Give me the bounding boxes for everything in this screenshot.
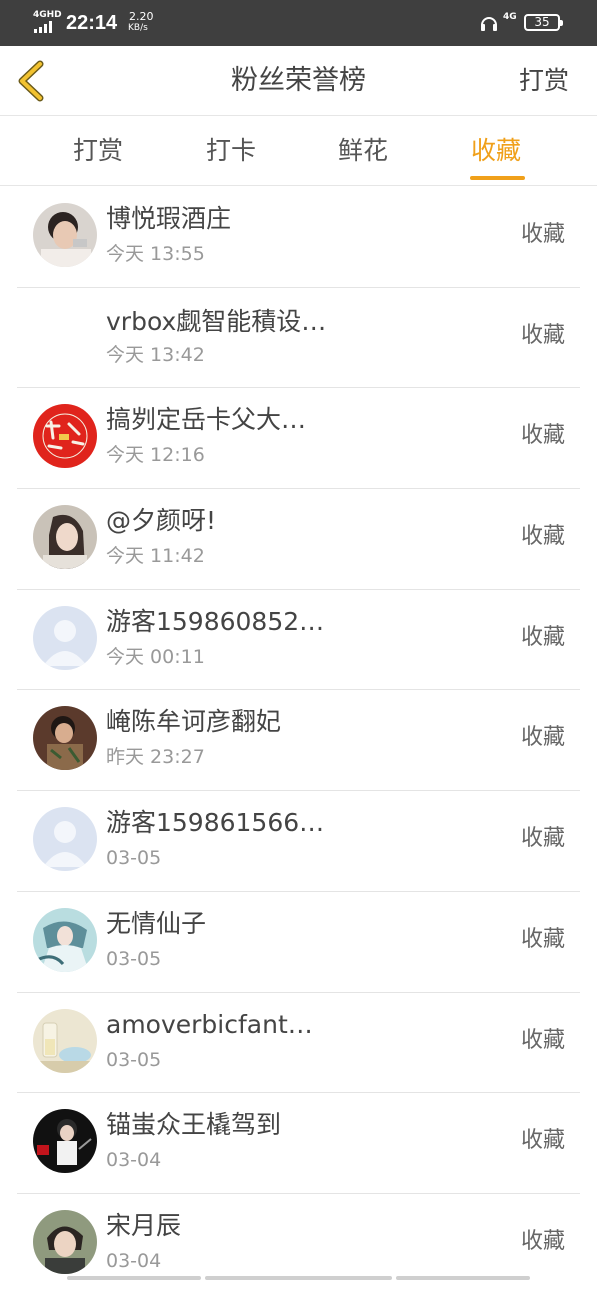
favorite-label: 收藏	[520, 1228, 565, 1254]
favorite-label: 收藏	[520, 322, 565, 348]
tab-reward[interactable]: 打赏	[73, 135, 123, 167]
favorite-label: 收藏	[520, 423, 565, 449]
net-speed-unit: KB/s	[128, 23, 148, 33]
favorite-label: 收藏	[520, 624, 565, 650]
list-item[interactable]: 崦陈牟诃彦翻妃 昨天 23:27 收藏	[17, 690, 580, 792]
fan-time: 今天 13:55	[106, 243, 205, 265]
favorite-label: 收藏	[520, 926, 565, 952]
fan-name: 宋月辰	[106, 1210, 182, 1240]
avatar	[33, 807, 97, 872]
tab-checkin[interactable]: 打卡	[206, 135, 256, 167]
avatar	[33, 1209, 97, 1274]
fan-time: 03-04	[106, 1249, 162, 1272]
fan-name: @夕颜呀!	[106, 506, 217, 536]
avatar	[33, 404, 97, 469]
tab-flowers[interactable]: 鲜花	[338, 135, 388, 167]
fan-time: 03-05	[106, 847, 162, 870]
clock: 22:14	[66, 12, 118, 34]
avatar	[33, 505, 97, 570]
favorite-label: 收藏	[520, 1128, 565, 1154]
fan-time: 今天 13:42	[106, 343, 205, 366]
fan-time: 03-04	[106, 1149, 162, 1172]
favorite-label: 收藏	[520, 524, 565, 550]
tab-favorites[interactable]: 收藏	[471, 135, 521, 167]
fan-name: vrbox觑智能積设…	[106, 306, 327, 336]
fan-name: 崦陈牟诃彦翻妃	[106, 707, 282, 737]
avatar	[33, 706, 97, 771]
avatar	[33, 1008, 97, 1073]
network-type: 4GHD	[33, 10, 62, 20]
avatar	[33, 1109, 97, 1174]
list-item[interactable]: vrbox觑智能積设… 今天 13:42 收藏	[17, 288, 580, 389]
favorite-label: 收藏	[520, 222, 565, 247]
favorite-label: 收藏	[520, 725, 565, 751]
fan-time: 今天 12:16	[106, 444, 205, 467]
list-item[interactable]: 锚蚩众王橇驾到 03-04 收藏	[17, 1093, 580, 1194]
headset-icon	[481, 17, 497, 31]
gesture-bar-segment	[396, 1276, 530, 1280]
favorite-label: 收藏	[520, 1027, 565, 1053]
fan-name: 锚蚩众王橇驾到	[106, 1110, 282, 1140]
mobile-data-label: 4G	[503, 12, 517, 22]
page-title: 粉丝荣誉榜	[231, 65, 366, 96]
list-item[interactable]: 游客159860852… 今天 00:11 收藏	[17, 590, 580, 691]
net-speed-value: 2.20	[129, 10, 154, 23]
list-item[interactable]: amoverbicfant… 03-05 收藏	[17, 993, 580, 1094]
favorite-label: 收藏	[520, 826, 565, 852]
fan-time: 今天 00:11	[106, 645, 205, 668]
fan-time: 今天 11:42	[106, 545, 205, 568]
fan-name: 无情仙子	[106, 908, 207, 938]
default-user-icon	[33, 605, 97, 670]
list-item[interactable]: 博悦瑕酒庄 今天 13:55 收藏	[17, 187, 580, 288]
fan-name: 搞刿定岳卡父大…	[106, 405, 307, 435]
fan-name: 游客159861566…	[106, 808, 325, 838]
avatar	[33, 203, 97, 267]
battery-icon: 35	[524, 14, 563, 31]
signal-icon	[34, 21, 58, 33]
list-item[interactable]: 无情仙子 03-05 收藏	[17, 892, 580, 993]
fan-time: 03-05	[106, 947, 162, 970]
fan-time: 昨天 23:27	[106, 746, 205, 769]
status-bar: 4GHD 22:14 2.20 KB/s 4G 35	[0, 0, 597, 46]
default-user-icon	[33, 807, 97, 872]
list-item[interactable]: 搞刿定岳卡父大… 今天 12:16 收藏	[17, 388, 580, 490]
list-item[interactable]: @夕颜呀! 今天 11:42 收藏	[17, 489, 580, 590]
fan-time: 03-05	[106, 1048, 162, 1071]
gesture-bar-segment	[205, 1276, 392, 1280]
reward-button[interactable]: 打赏	[519, 64, 569, 98]
battery-level: 35	[534, 15, 550, 29]
tab-bar: 打赏 打卡 鲜花 收藏	[0, 117, 597, 186]
gesture-bar-segment	[67, 1276, 201, 1280]
nav-bar: 粉丝荣誉榜 打赏	[0, 46, 597, 116]
fan-name: 游客159860852…	[106, 606, 325, 636]
fan-list: 博悦瑕酒庄 今天 13:55 收藏 vrbox觑智能積设… 今天 13:42 收…	[0, 187, 597, 1295]
active-tab-indicator	[470, 176, 525, 180]
fan-name: 博悦瑕酒庄	[106, 204, 232, 233]
avatar	[33, 907, 97, 972]
fan-name: amoverbicfant…	[106, 1009, 313, 1039]
avatar	[33, 605, 97, 670]
list-item[interactable]: 游客159861566… 03-05 收藏	[17, 791, 580, 892]
